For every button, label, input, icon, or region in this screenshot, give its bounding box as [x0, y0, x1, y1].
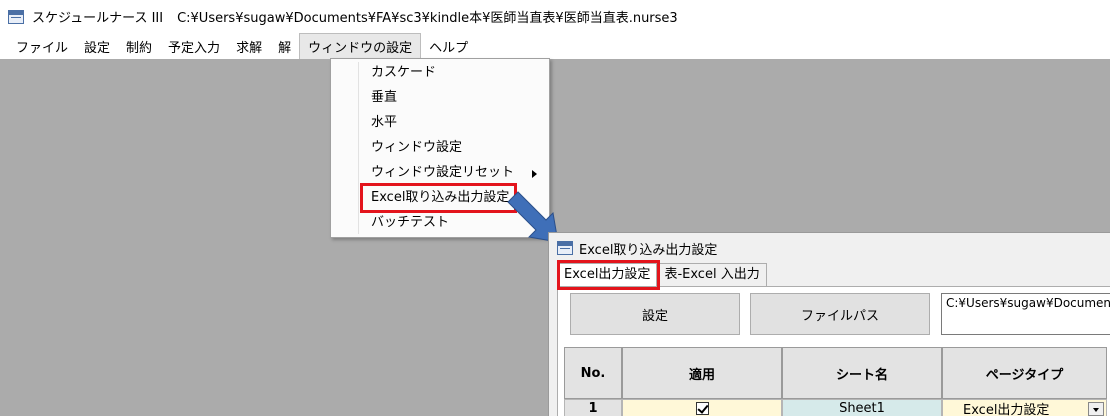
menu-bar: ファイル 設定 制約 予定入力 求解 解 ウィンドウの設定 ヘルプ	[0, 33, 1110, 59]
menu-item-horizontal[interactable]: 水平	[359, 112, 547, 134]
chevron-down-icon[interactable]	[1088, 402, 1104, 416]
menu-item-reset-label: ウィンドウ設定リセット	[371, 165, 515, 180]
settings-button[interactable]: 設定	[570, 293, 740, 335]
app-window-icon	[8, 9, 24, 24]
row-1-sheet-name[interactable]: Sheet1	[782, 399, 942, 416]
excel-window-titlebar: Excel取り込み出力設定	[557, 237, 717, 259]
col-header-page-type: ページタイプ	[942, 347, 1107, 399]
row-1-applied-cell	[622, 399, 782, 416]
menu-schedule-input[interactable]: 予定入力	[160, 33, 228, 59]
tab-table-excel-io[interactable]: 表-Excel 入出力	[657, 263, 767, 287]
menu-item-window-settings[interactable]: ウィンドウ設定	[359, 137, 547, 159]
row-1-applied-checkbox[interactable]	[695, 402, 709, 415]
app-window-icon	[557, 241, 573, 255]
menu-constraints[interactable]: 制約	[118, 33, 160, 59]
menu-file[interactable]: ファイル	[8, 33, 76, 59]
col-header-applied: 適用	[622, 347, 782, 399]
menu-item-cascade[interactable]: カスケード	[359, 62, 547, 84]
menu-solve[interactable]: 求解	[228, 33, 270, 59]
menu-settings[interactable]: 設定	[76, 33, 118, 59]
highlight-box-menu	[360, 183, 517, 213]
file-path-title: C:¥Users¥sugaw¥Documents¥FA¥sc3¥kindle本¥…	[177, 11, 678, 26]
title-bar: スケジュールナース III C:¥Users¥sugaw¥Documents¥F…	[0, 0, 1110, 33]
menu-help[interactable]: ヘルプ	[421, 33, 476, 59]
submenu-arrow-icon	[532, 170, 537, 178]
app-title: スケジュールナース III	[32, 11, 164, 26]
menu-item-vertical[interactable]: 垂直	[359, 87, 547, 109]
row-1-no: 1	[564, 399, 622, 416]
col-header-sheet-name: シート名	[782, 347, 942, 399]
filepath-field[interactable]: C:¥Users¥sugaw¥Documents	[941, 293, 1110, 335]
highlight-box-tab	[557, 260, 660, 290]
filepath-button[interactable]: ファイルパス	[750, 293, 930, 335]
row-1-page-type-value: Excel出力設定	[963, 403, 1050, 416]
menu-item-window-settings-reset[interactable]: ウィンドウ設定リセット	[359, 162, 547, 184]
col-header-no: No.	[564, 347, 622, 399]
menu-solution[interactable]: 解	[270, 33, 299, 59]
excel-output-panel: 設定 ファイルパス C:¥Users¥sugaw¥Documents No. 適…	[557, 286, 1110, 416]
excel-window-title: Excel取り込み出力設定	[579, 242, 718, 258]
menu-window-settings[interactable]: ウィンドウの設定	[299, 33, 422, 59]
row-1-page-type[interactable]: Excel出力設定	[942, 399, 1107, 416]
